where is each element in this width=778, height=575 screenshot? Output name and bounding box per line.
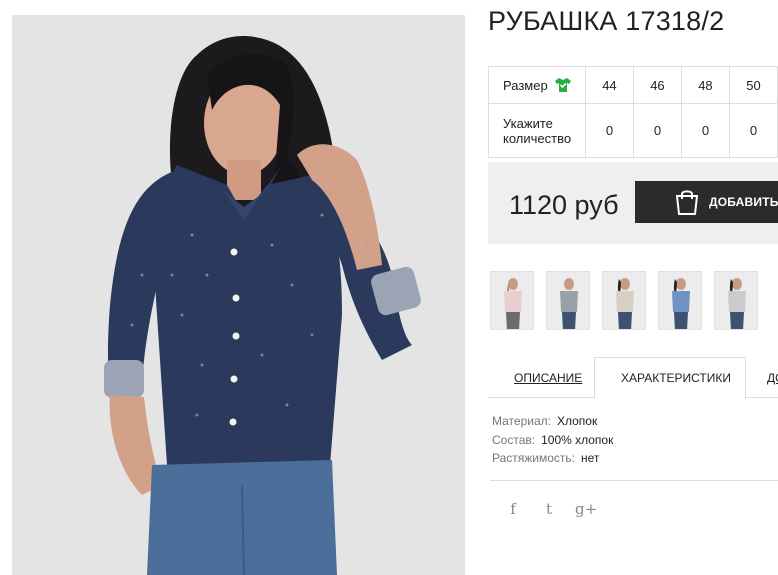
quantity-input-48[interactable]: 0 <box>680 103 730 158</box>
size-label: Размер <box>503 77 548 93</box>
size-row: Размер 44 46 48 50 <box>488 66 778 104</box>
quantity-input-46[interactable]: 0 <box>632 103 682 158</box>
social-share: f t g+ <box>503 500 597 518</box>
tab-description[interactable]: ОПИСАНИЕ <box>514 371 582 385</box>
characteristic-material: Материал: Хлопок <box>492 412 613 431</box>
add-to-cart-button[interactable]: ДОБАВИТЬ В КОРЗИНУ <box>635 181 778 223</box>
add-to-cart-label: ДОБАВИТЬ В КОРЗИНУ <box>709 195 778 209</box>
characteristic-value: Хлопок <box>556 414 598 428</box>
size-44: 44 <box>584 66 634 104</box>
quantity-label: Укажите количество <box>503 115 572 146</box>
quantity-input-44[interactable]: 0 <box>584 103 634 158</box>
price-box: 1120 руб ДОБАВИТЬ В КОРЗИНУ <box>488 162 778 244</box>
characteristic-value: 100% хлопок <box>541 432 614 447</box>
shirt-size-icon[interactable] <box>554 77 572 93</box>
characteristic-stretch: Растяжимость: нет <box>492 449 613 468</box>
characteristic-key: Материал: <box>492 414 551 428</box>
characteristics-list: Материал: Хлопок Состав: 100% хлопок Растя… <box>492 412 613 468</box>
quantity-row: Укажите количество 0 0 0 0 <box>488 103 778 158</box>
product-title: РУБАШКА 17318/2 <box>488 6 725 36</box>
quantity-row-header: Укажите количество <box>488 103 586 158</box>
tab-more[interactable]: ДО <box>767 371 778 385</box>
facebook-icon[interactable]: f <box>503 500 523 518</box>
thumbnail-1[interactable] <box>490 271 534 330</box>
thumbnail-3[interactable] <box>602 271 646 330</box>
section-divider <box>490 480 778 481</box>
size-48: 48 <box>680 66 730 104</box>
shopping-bag-icon <box>674 188 700 216</box>
characteristic-key: Растяжимость: <box>492 451 576 465</box>
quantity-input-50[interactable]: 0 <box>728 103 778 158</box>
twitter-icon[interactable]: t <box>539 500 559 518</box>
google-plus-icon[interactable]: g+ <box>575 500 597 518</box>
thumbnail-5[interactable] <box>714 271 758 330</box>
size-50: 50 <box>728 66 778 104</box>
tab-characteristics[interactable]: ХАРАКТЕРИСТИКИ <box>621 371 731 385</box>
thumbnail-4[interactable] <box>658 271 702 330</box>
size-46: 46 <box>632 66 682 104</box>
size-quantity-table: Размер 44 46 48 50 Укажите количество 0 … <box>488 66 778 158</box>
main-product-photo[interactable] <box>12 15 465 575</box>
characteristic-value: нет <box>581 451 600 465</box>
thumbnail-gallery <box>490 271 758 330</box>
product-price: 1120 руб <box>509 190 619 220</box>
size-row-header: Размер <box>488 66 586 104</box>
characteristic-composition: Состав: 100% хлопок <box>492 431 613 450</box>
characteristic-key: Состав: <box>492 432 536 447</box>
thumbnail-2[interactable] <box>546 271 590 330</box>
